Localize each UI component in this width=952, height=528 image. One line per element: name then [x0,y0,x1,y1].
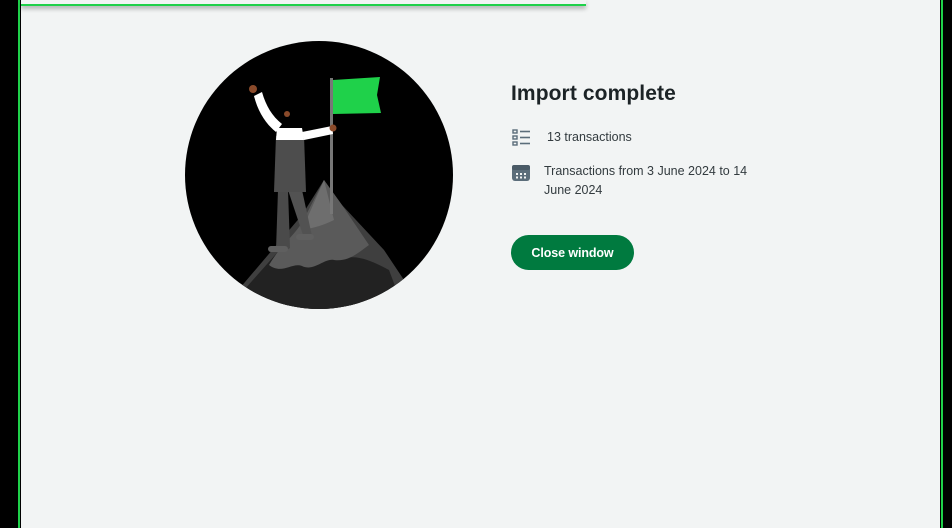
import-summary: Import complete 13 transactions Transact… [511,80,811,270]
summit-flag-illustration [185,41,453,309]
window-border-right [941,0,943,528]
date-range-row: Transactions from 3 June 2024 to 14 June… [511,162,771,200]
transaction-count-row: 13 transactions [511,128,632,148]
flag [333,77,381,114]
list-icon [511,128,531,148]
page-title: Import complete [511,82,676,105]
transaction-count: 13 transactions [547,130,632,144]
flag-pole [330,78,333,214]
overlay-panel-edge [21,0,586,6]
date-range: Transactions from 3 June 2024 to 14 June… [544,164,748,197]
window-border-left [18,0,20,528]
calendar-icon [511,162,531,182]
close-window-button[interactable]: Close window [511,235,634,270]
